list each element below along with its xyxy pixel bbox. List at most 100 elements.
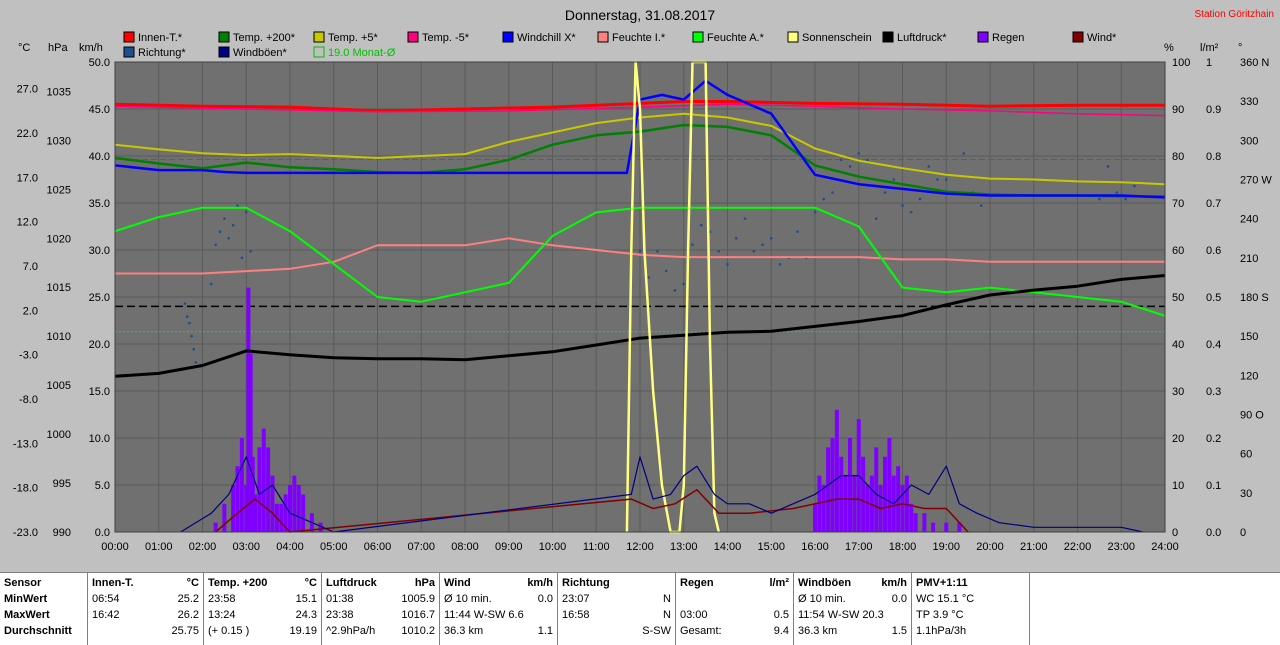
direction-point-9 bbox=[223, 217, 226, 220]
rain-bar-31 bbox=[848, 438, 852, 532]
summary-cell-row: ^2.9hPa/h 1010.2 bbox=[326, 623, 435, 639]
lqm-tick-0: 1 bbox=[1206, 57, 1212, 69]
direction-point-19 bbox=[664, 269, 668, 273]
chart-title: Donnerstag, 31.08.2017 bbox=[565, 7, 715, 23]
direction-point-58 bbox=[1115, 191, 1119, 194]
direction-point-31 bbox=[769, 236, 773, 240]
summary-col-unit bbox=[617, 575, 672, 591]
kmh-tick-10: 0.0 bbox=[95, 527, 110, 539]
summary-cell-row: 36.3 km 1.1 bbox=[444, 623, 553, 639]
hpa-tick-8: 995 bbox=[53, 478, 71, 490]
summary-col-header: Richtung bbox=[562, 575, 671, 591]
direction-point-40 bbox=[848, 165, 852, 168]
x-tick-7: 07:00 bbox=[407, 541, 435, 553]
summary-col-title: Wind bbox=[444, 577, 471, 589]
direction-point-27 bbox=[734, 236, 738, 240]
legend-label-5: Feuchte I.* bbox=[612, 32, 666, 44]
lqm-tick-3: 0.7 bbox=[1206, 198, 1221, 210]
summary-cell-time bbox=[92, 623, 152, 639]
summary-cell-value: 15.1 bbox=[295, 593, 317, 605]
deg-tick-2: 300 bbox=[1240, 135, 1258, 147]
lqm-tick-10: 0.0 bbox=[1206, 527, 1221, 539]
rain-bar-18 bbox=[292, 475, 297, 532]
summary-cell-row: Gesamt: 9.4 bbox=[680, 623, 789, 639]
legend-swatch-6 bbox=[692, 31, 704, 43]
deg-tick-6: 180 S bbox=[1240, 292, 1269, 304]
rain-bar-34 bbox=[861, 456, 866, 532]
summary-cell-value: 25.2 bbox=[177, 593, 199, 605]
summary-label-min: MinWert bbox=[4, 593, 48, 605]
summary-cell-time: 16:42 bbox=[92, 609, 120, 621]
legend-swatch-10 bbox=[1072, 31, 1084, 43]
direction-point-30 bbox=[761, 243, 764, 247]
percent-tick-5: 50 bbox=[1172, 292, 1184, 304]
summary-col-unit: l/m² bbox=[769, 577, 789, 589]
direction-point-32 bbox=[778, 263, 782, 266]
rain-bar-29 bbox=[839, 456, 844, 532]
legend-label-10: Wind* bbox=[1087, 32, 1117, 44]
summary-col-header: Regen l/m² bbox=[680, 575, 789, 591]
summary-col-title: Temp. +200 bbox=[208, 577, 268, 589]
summary-cell-time: 36.3 km bbox=[798, 625, 838, 637]
celsius-tick-2: 17.0 bbox=[17, 172, 38, 184]
direction-point-3 bbox=[190, 334, 193, 338]
percent-tick-3: 70 bbox=[1172, 198, 1184, 210]
summary-cell-row: WC 15.1 °C bbox=[916, 591, 1025, 607]
x-tick-5: 05:00 bbox=[320, 541, 348, 553]
legend-label-3: Temp. -5* bbox=[422, 32, 470, 44]
summary-cell-value bbox=[524, 607, 553, 623]
summary-cell-row: 13:24 24.3 bbox=[208, 607, 317, 623]
legend-label-1: Temp. +200* bbox=[233, 32, 296, 44]
summary-cell-value: N bbox=[663, 609, 671, 621]
kmh-tick-1: 45.0 bbox=[89, 104, 110, 116]
legend-swatch-8 bbox=[882, 31, 894, 43]
direction-point-2 bbox=[188, 321, 191, 325]
lqm-tick-9: 0.1 bbox=[1206, 480, 1221, 492]
celsius-tick-5: 2.0 bbox=[23, 305, 38, 317]
legend-swatch-9 bbox=[977, 31, 989, 43]
legend-swatch-13 bbox=[313, 46, 325, 58]
direction-point-59 bbox=[1124, 197, 1127, 201]
direction-point-53 bbox=[962, 152, 966, 155]
direction-point-50 bbox=[936, 178, 939, 181]
summary-col-4: Richtung 23:07 N 16:58 N S-SW bbox=[558, 573, 676, 645]
summary-cell-value: 0.5 bbox=[773, 609, 789, 621]
summary-cell-value: 1.5 bbox=[891, 625, 907, 637]
summary-col-2: Luftdruck hPa 01:38 1005.9 23:38 1016.7 ^2.9hP… bbox=[322, 573, 440, 645]
direction-point-49 bbox=[927, 165, 931, 168]
station-label: Station Göritzhain bbox=[1195, 9, 1275, 20]
legend-label-13: 19.0 Monat-Ø bbox=[328, 47, 396, 59]
summary-col-unit: °C bbox=[304, 577, 317, 589]
summary-col-title: Innen-T. bbox=[92, 577, 134, 589]
rain-bar-28 bbox=[834, 409, 839, 532]
direction-point-36 bbox=[813, 210, 817, 214]
x-tick-19: 19:00 bbox=[932, 541, 960, 553]
hpa-tick-4: 1015 bbox=[47, 282, 71, 294]
legend-label-8: Luftdruck* bbox=[897, 32, 947, 44]
x-tick-12: 12:00 bbox=[626, 541, 654, 553]
rain-bar-4 bbox=[239, 438, 244, 532]
lqm-tick-2: 0.8 bbox=[1206, 151, 1221, 163]
direction-point-21 bbox=[682, 282, 686, 286]
direction-point-45 bbox=[892, 178, 896, 181]
direction-point-25 bbox=[717, 250, 721, 253]
direction-point-14 bbox=[244, 210, 248, 214]
direction-point-16 bbox=[638, 250, 642, 253]
summary-col-header: Innen-T. °C bbox=[92, 575, 199, 591]
rain-bar-20 bbox=[301, 494, 306, 532]
x-tick-17: 17:00 bbox=[845, 541, 873, 553]
x-tick-4: 04:00 bbox=[276, 541, 304, 553]
summary-cell-value bbox=[978, 591, 1025, 607]
direction-point-7 bbox=[214, 243, 217, 247]
kmh-tick-3: 35.0 bbox=[89, 198, 110, 210]
direction-point-1 bbox=[185, 315, 189, 318]
x-tick-16: 16:00 bbox=[801, 541, 829, 553]
direction-point-55 bbox=[979, 204, 983, 207]
unit-lqm: l/m² bbox=[1200, 42, 1219, 54]
rain-bar-2 bbox=[231, 485, 236, 532]
deg-tick-9: 90 O bbox=[1240, 410, 1264, 422]
x-tick-9: 09:00 bbox=[495, 541, 523, 553]
summary-cell-value bbox=[884, 607, 907, 623]
summary-cell-row: 36.3 km 1.5 bbox=[798, 623, 907, 639]
unit-kmh: km/h bbox=[79, 42, 103, 54]
